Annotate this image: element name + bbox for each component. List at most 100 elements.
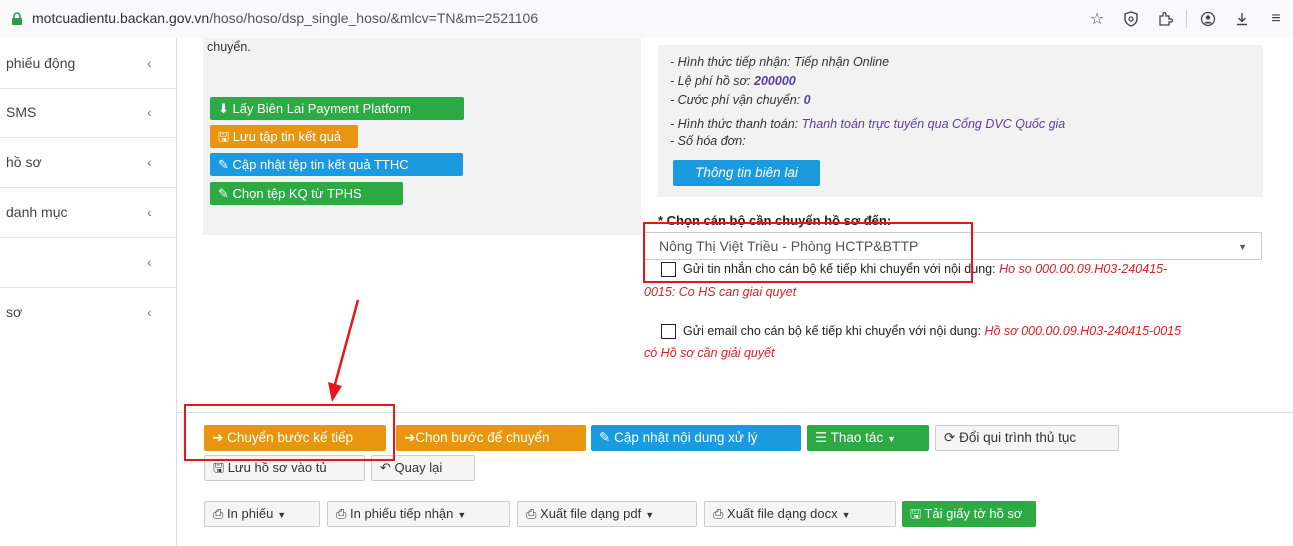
in-phieu-label: In phiếu [227, 506, 274, 521]
back-icon: ↶ [380, 460, 391, 475]
sidebar-item-label: sơ [6, 304, 23, 320]
sidebar-item-label: hồ sơ [6, 154, 42, 170]
sms-content-cont: 0015: Co HS can giai quyet [644, 285, 797, 299]
caret-down-icon: ▼ [645, 510, 655, 520]
tai-giay-to-label: Tải giấy tờ hồ sơ [924, 506, 1023, 521]
sidebar-item-ho-so[interactable]: hồ sơ ‹ [0, 137, 176, 188]
email-checkbox[interactable] [661, 324, 676, 339]
luu-tap-tin-label: Lưu tập tin kết quả [232, 129, 342, 144]
left-panel-text: chuyển. [207, 40, 251, 54]
download-icon: ⬇ [218, 101, 229, 116]
thao-tac-label: Thao tác [830, 430, 884, 445]
email-content: Hồ sơ 000.00.09.H03-240415-0015 [984, 324, 1182, 338]
lay-bien-lai-button[interactable]: ⬇ Lấy Biên Lai Payment Platform [210, 97, 464, 120]
address-bar[interactable]: motcuadientu.backan.gov.vn/hoso/hoso/dsp… [32, 10, 538, 26]
thanh-toan-line: - Hình thức thanh toán: Thanh toán trực … [670, 117, 1065, 131]
cap-nhat-noi-dung-button[interactable]: ✎ Cập nhật nội dung xử lý [591, 425, 801, 451]
sidebar-item-empty[interactable]: ‹ [0, 237, 176, 288]
chon-tep-label: Chọn tệp KQ từ TPHS [232, 186, 362, 201]
annotation-arrow [328, 299, 360, 402]
sidebar-item-label: danh mục [6, 204, 68, 220]
doi-qui-trinh-button[interactable]: ⟳ Đổi qui trình thủ tục [935, 425, 1119, 451]
chevron-left-icon: ‹ [147, 304, 152, 320]
list-icon: ☰ [815, 430, 828, 445]
caret-down-icon: ▼ [457, 510, 467, 520]
lock-icon[interactable] [10, 12, 24, 26]
star-icon[interactable]: ☆ [1080, 6, 1114, 32]
chevron-left-icon: ‹ [147, 55, 152, 71]
paperclip-icon: ✎ [218, 157, 229, 172]
hinh-thuc-label: - Hình thức tiếp nhận: [670, 55, 791, 69]
hinh-thuc-value: Tiếp nhận Online [793, 55, 890, 69]
luu-ho-so-label: Lưu hồ sơ vào tủ [227, 460, 327, 475]
chevron-left-icon: ‹ [147, 254, 152, 270]
export-icon: ⎙ [526, 506, 537, 521]
chon-tep-button[interactable]: ✎ Chọn tệp KQ từ TPHS [210, 182, 403, 205]
xuat-pdf-label: Xuất file dạng pdf [540, 506, 642, 521]
thong-tin-bien-lai-button[interactable]: Thông tin biên lai [673, 160, 820, 186]
chevron-down-icon: ▼ [1238, 242, 1247, 252]
toolbar-divider [1186, 10, 1187, 28]
annotation-box-chuyen-buoc [184, 404, 395, 461]
chon-buoc-label: Chọn bước để chuyển [415, 430, 550, 445]
le-phi-label: - Lệ phí hồ sơ: [670, 74, 751, 88]
cuoc-phi-line: - Cước phí vận chuyển: 0 [670, 93, 811, 107]
sidebar: phiếu động ‹ SMS ‹ hồ sơ ‹ danh mục ‹ ‹ … [0, 38, 177, 546]
chon-buoc-button[interactable]: ➜Chọn bước để chuyển [396, 425, 586, 451]
menu-icon[interactable]: ≡ [1259, 6, 1293, 32]
email-line: Gửi email cho cán bộ kế tiếp khi chuyển … [683, 324, 1181, 338]
url-host: motcuadientu.backan.gov.vn [32, 10, 210, 26]
account-icon[interactable] [1191, 6, 1225, 32]
in-phieu-tiep-nhan-button[interactable]: ⎙ In phiếu tiếp nhận ▼ [327, 501, 510, 527]
tai-giay-to-button[interactable]: 🖫 Tải giấy tờ hồ sơ [902, 501, 1036, 527]
chevron-left-icon: ‹ [147, 204, 152, 220]
hinh-thuc-line: - Hình thức tiếp nhận: Tiếp nhận Online [670, 55, 889, 69]
thanh-toan-label: - Hình thức thanh toán: [670, 117, 799, 131]
download-icon[interactable] [1225, 6, 1259, 32]
xuat-docx-button[interactable]: ⎙ Xuất file dạng docx ▼ [704, 501, 896, 527]
refresh-icon: ⟳ [944, 430, 956, 445]
cap-nhat-noi-dung-label: Cập nhật nội dung xử lý [614, 430, 758, 445]
cuoc-phi-value: 0 [803, 93, 811, 107]
le-phi-value: 200000 [754, 74, 796, 88]
sidebar-item-label: SMS [6, 104, 37, 120]
in-phieu-button[interactable]: ⎙ In phiếu ▼ [204, 501, 320, 527]
email-label: Gửi email cho cán bộ kế tiếp khi chuyển … [683, 324, 981, 338]
edit-icon: ✎ [599, 430, 611, 445]
printer-icon: ⎙ [336, 506, 347, 521]
lay-bien-lai-label: Lấy Biên Lai Payment Platform [232, 101, 412, 116]
caret-down-icon: ▼ [841, 510, 851, 520]
quay-lai-label: Quay lại [394, 460, 443, 475]
xuat-docx-label: Xuất file dạng docx [727, 506, 838, 521]
so-hoa-don-line: - Số hóa đơn: [670, 134, 746, 148]
sidebar-item-sms[interactable]: SMS ‹ [0, 87, 176, 138]
printer-icon: ⎙ [213, 506, 224, 521]
save-icon: 🖫 [213, 460, 225, 475]
sidebar-item-label: phiếu động [6, 55, 76, 71]
chevron-left-icon: ‹ [147, 154, 152, 170]
chevron-left-icon: ‹ [147, 104, 152, 120]
thao-tac-button[interactable]: ☰ Thao tác ▼ [807, 425, 929, 451]
in-phieu-tiep-nhan-label: In phiếu tiếp nhận [350, 506, 454, 521]
caret-down-icon: ▼ [277, 510, 287, 520]
save-icon: 🖫 [218, 129, 230, 144]
cap-nhat-tep-button[interactable]: ✎ Cập nhật tệp tin kết quả TTHC [210, 153, 463, 176]
circle-arrow-icon: ➜ [404, 430, 416, 445]
sidebar-item-danh-muc[interactable]: danh mục ‹ [0, 187, 176, 238]
xuat-pdf-button[interactable]: ⎙ Xuất file dạng pdf ▼ [517, 501, 697, 527]
sidebar-item-phieu-dong[interactable]: phiếu động ‹ [0, 38, 176, 89]
luu-tap-tin-button[interactable]: 🖫 Lưu tập tin kết quả [210, 125, 358, 148]
browser-toolbar: motcuadientu.backan.gov.vn/hoso/hoso/dsp… [0, 0, 1293, 39]
sms-content: Ho so 000.00.09.H03-240415- [999, 262, 1168, 276]
so-hoa-don-label: - Số hóa đơn: [670, 134, 746, 148]
doi-qui-trinh-label: Đổi qui trình thủ tục [959, 430, 1077, 445]
export-icon: ⎙ [713, 506, 724, 521]
annotation-box-select [643, 222, 973, 283]
url-path: /hoso/hoso/dsp_single_hoso/&mlcv=TN&m=25… [209, 10, 539, 26]
shield-icon[interactable] [1114, 6, 1148, 32]
sidebar-item-so[interactable]: sơ ‹ [0, 287, 176, 337]
paperclip-icon: ✎ [218, 186, 229, 201]
cuoc-phi-label: - Cước phí vận chuyển: [670, 93, 801, 107]
extensions-icon[interactable] [1148, 6, 1182, 32]
save-icon: 🖫 [910, 506, 922, 521]
